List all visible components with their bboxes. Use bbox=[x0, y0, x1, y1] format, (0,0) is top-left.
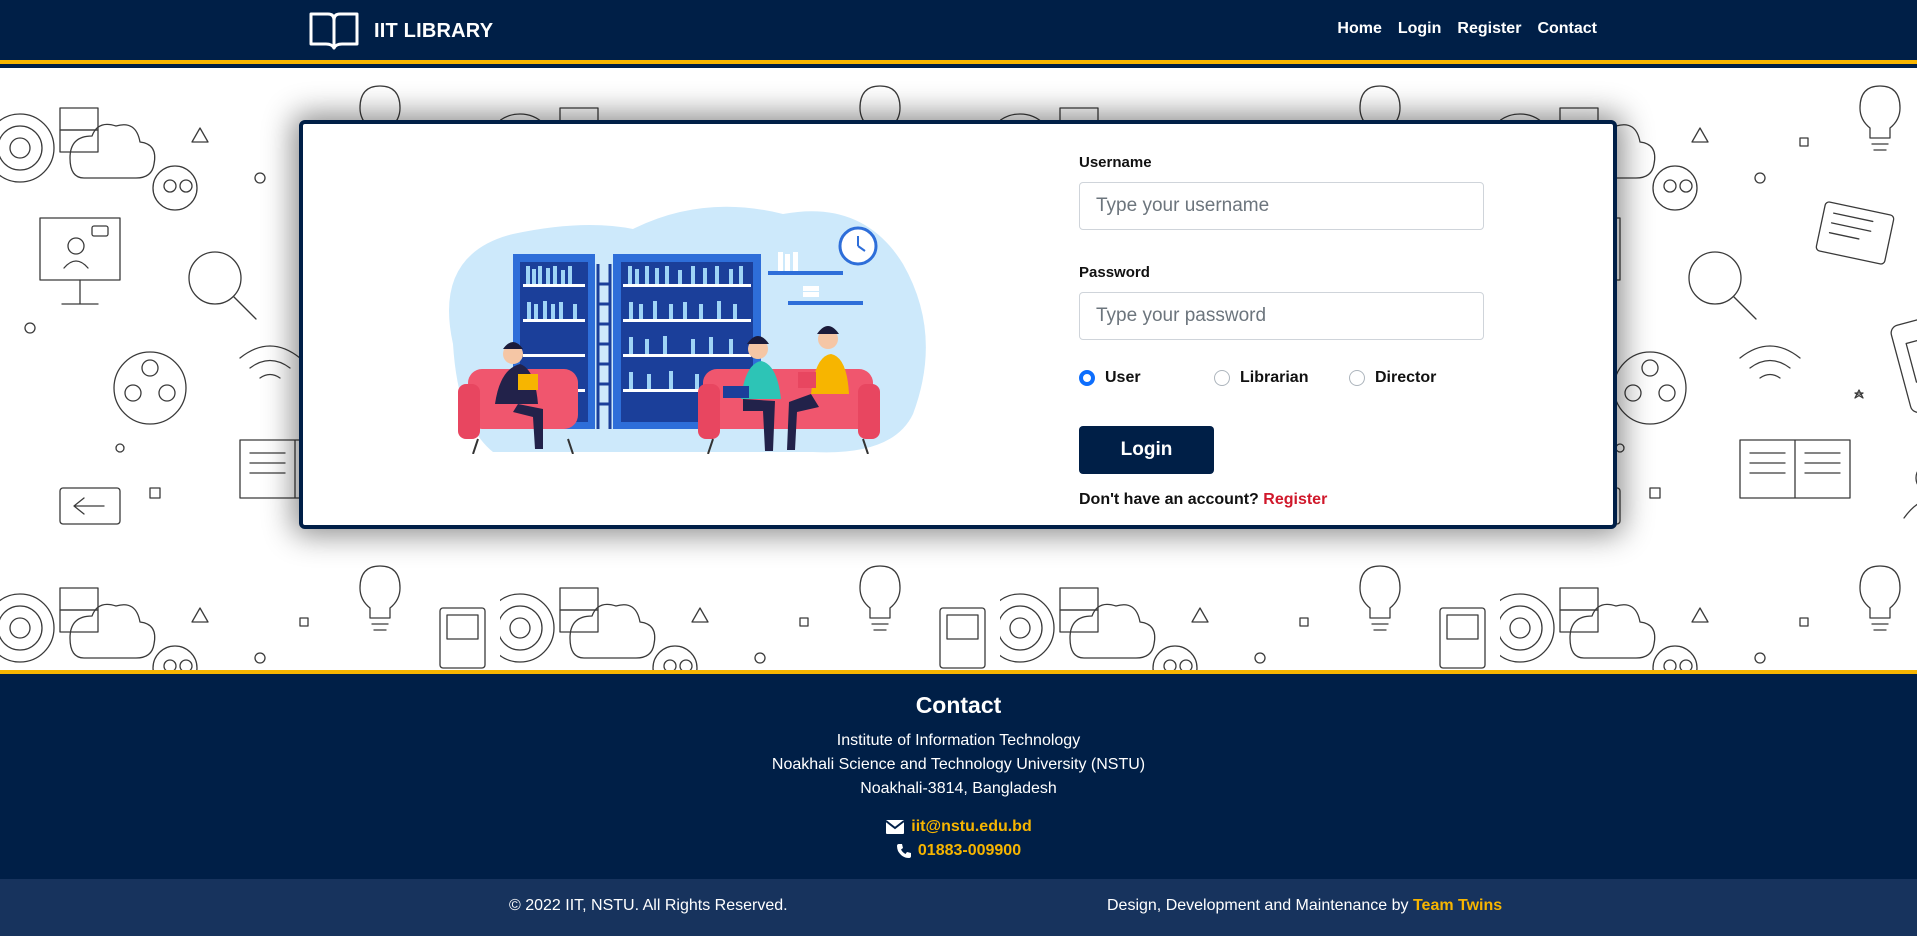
nav-register-link[interactable]: Register bbox=[1457, 20, 1521, 38]
role-user-radio[interactable]: User bbox=[1079, 369, 1214, 387]
address-line: Noakhali-3814, Bangladesh bbox=[860, 780, 1057, 797]
footer-email[interactable]: iit@nstu.edu.bd bbox=[0, 815, 1917, 839]
role-user-label: User bbox=[1105, 369, 1141, 386]
brand[interactable]: IIT LIBRARY bbox=[308, 10, 493, 52]
login-button[interactable]: Login bbox=[1079, 426, 1214, 474]
login-form: Username Password User Librarian Direc bbox=[1079, 154, 1489, 509]
nav-login-link[interactable]: Login bbox=[1398, 20, 1442, 38]
role-radio-group: User Librarian Director bbox=[1079, 368, 1489, 388]
credit-line: Design, Development and Maintenance by T… bbox=[1107, 897, 1502, 915]
envelope-icon bbox=[885, 820, 905, 834]
register-link[interactable]: Register bbox=[1263, 491, 1327, 508]
address-line: Institute of Information Technology bbox=[836, 732, 1081, 749]
role-director-radio[interactable]: Director bbox=[1349, 369, 1436, 387]
open-book-logo-icon bbox=[309, 12, 359, 50]
nav-links: Home Login Register Contact bbox=[1337, 20, 1597, 38]
phone-number[interactable]: 01883-009900 bbox=[918, 842, 1021, 860]
password-label: Password bbox=[1079, 264, 1150, 281]
signup-prompt: Don't have an account? Register bbox=[1079, 491, 1489, 509]
username-label: Username bbox=[1079, 154, 1152, 171]
footer-address: Institute of Information Technology Noak… bbox=[0, 729, 1917, 801]
signup-prompt-text: Don't have an account? bbox=[1079, 491, 1259, 508]
role-director-label: Director bbox=[1375, 369, 1437, 386]
phone-icon bbox=[896, 844, 911, 858]
library-reading-illustration bbox=[449, 206, 926, 454]
footer-title: Contact bbox=[915, 692, 1002, 718]
address-line: Noakhali Science and Technology Universi… bbox=[771, 756, 1146, 773]
radio-unchecked-icon bbox=[1214, 370, 1230, 386]
navbar: IIT LIBRARY Home Login Register Contact bbox=[0, 0, 1917, 64]
hero-background: Username Password User Librarian Direc bbox=[0, 68, 1917, 670]
radio-checked-icon bbox=[1079, 370, 1095, 386]
login-card: Username Password User Librarian Direc bbox=[299, 120, 1617, 529]
role-librarian-radio[interactable]: Librarian bbox=[1214, 369, 1349, 387]
team-twins-link[interactable]: Team Twins bbox=[1413, 897, 1502, 914]
email-link[interactable]: iit@nstu.edu.bd bbox=[911, 818, 1031, 836]
footer-contact: Contact Institute of Information Technol… bbox=[0, 674, 1917, 879]
credit-prefix: Design, Development and Maintenance by bbox=[1107, 897, 1409, 914]
username-input[interactable] bbox=[1079, 182, 1484, 230]
nav-contact-link[interactable]: Contact bbox=[1537, 20, 1597, 38]
password-input[interactable] bbox=[1079, 292, 1484, 340]
radio-unchecked-icon bbox=[1349, 370, 1365, 386]
role-librarian-label: Librarian bbox=[1240, 369, 1309, 386]
footer-phone[interactable]: 01883-009900 bbox=[0, 839, 1917, 863]
brand-title: IIT LIBRARY bbox=[374, 19, 494, 42]
copyright-text: © 2022 IIT, NSTU. All Rights Reserved. bbox=[509, 897, 788, 914]
copyright-bar: © 2022 IIT, NSTU. All Rights Reserved. D… bbox=[0, 879, 1917, 936]
nav-home-link[interactable]: Home bbox=[1337, 20, 1381, 38]
